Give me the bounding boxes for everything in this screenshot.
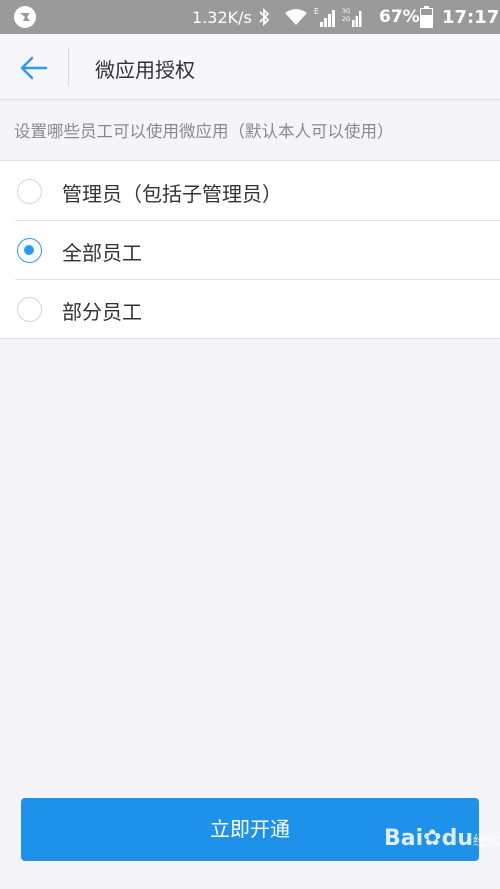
svg-text:E: E <box>314 7 319 16</box>
option-label: 部分员工 <box>62 300 142 324</box>
network-speed: 1.32K/s <box>192 8 252 27</box>
radio-button[interactable] <box>17 238 42 263</box>
option-admins[interactable]: 管理员（包括子管理员） <box>0 161 500 220</box>
signal-icon: E <box>314 7 335 27</box>
status-bar: 1.32K/s E 3G 2G 67% 17:17 <box>0 0 500 34</box>
svg-text:3G: 3G <box>342 8 351 15</box>
watermark-text: 经验 <box>473 834 500 849</box>
permission-options: 管理员（包括子管理员） 全部员工 部分员工 <box>0 160 500 339</box>
permission-hint: 设置哪些员工可以使用微应用（默认本人可以使用） <box>14 122 394 141</box>
watermark-brand: Bai <box>384 826 424 851</box>
radio-button[interactable] <box>17 297 42 322</box>
signal-icon: 3G 2G <box>342 8 362 27</box>
battery-icon <box>420 6 433 28</box>
svg-text:2G: 2G <box>342 16 351 23</box>
watermark-logo: Bai✿du经验 <box>384 826 499 851</box>
battery-percent: 67% <box>379 7 420 27</box>
arrow-left-icon <box>20 56 48 80</box>
back-button[interactable] <box>14 48 54 88</box>
page-title: 微应用授权 <box>95 58 195 82</box>
watermark-brand-2: du <box>441 826 474 851</box>
app-header: 微应用授权 <box>0 34 500 100</box>
option-some-staff[interactable]: 部分员工 <box>0 279 500 338</box>
option-label: 管理员（包括子管理员） <box>62 182 282 206</box>
header-divider <box>68 48 69 86</box>
clock: 17:17 <box>442 7 500 28</box>
radio-button[interactable] <box>17 179 42 204</box>
option-label: 全部员工 <box>62 241 142 265</box>
app-icon <box>14 6 36 28</box>
wifi-icon <box>285 9 307 25</box>
bluetooth-icon <box>259 7 270 27</box>
option-all-staff[interactable]: 全部员工 <box>0 220 500 279</box>
paw-icon: ✿ <box>423 826 442 851</box>
